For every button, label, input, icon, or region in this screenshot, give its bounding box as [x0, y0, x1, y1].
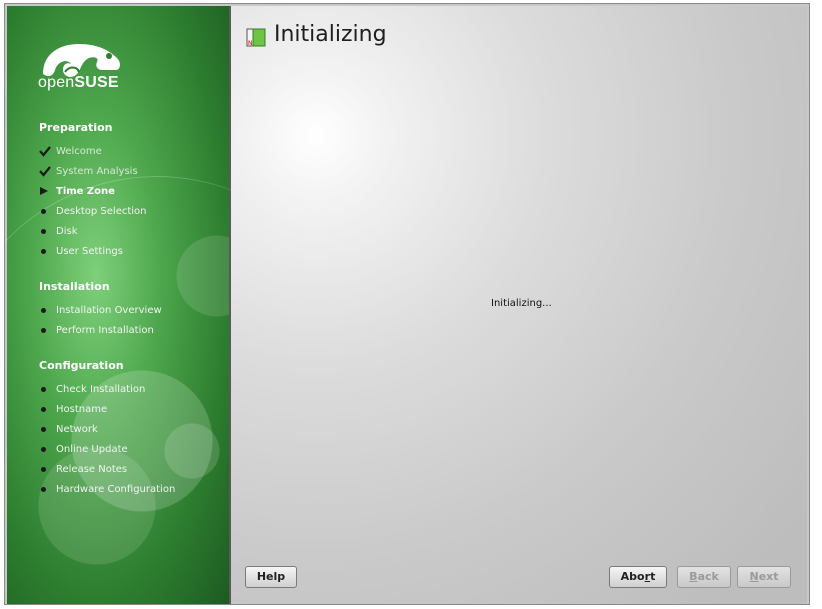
step-perform-installation: Perform Installation: [39, 322, 154, 338]
step-release-notes: Release Notes: [39, 461, 127, 477]
step-time-zone: Time Zone: [39, 183, 115, 199]
button-label: ext: [758, 570, 779, 583]
step-network: Network: [39, 421, 98, 437]
button-label: t: [650, 570, 656, 583]
step-check-installation: Check Installation: [39, 381, 145, 397]
step-label: System Analysis: [56, 165, 138, 177]
button-label: ack: [697, 570, 719, 583]
step-hardware-configuration: Hardware Configuration: [39, 481, 175, 497]
step-label: Release Notes: [56, 463, 128, 475]
back-button[interactable]: Back: [677, 566, 731, 588]
step-label: Desktop Selection: [56, 205, 147, 217]
bullet-icon: [41, 386, 46, 392]
step-label: Installation Overview: [56, 304, 162, 316]
step-welcome: Welcome: [39, 143, 102, 159]
help-button[interactable]: Help: [245, 566, 297, 588]
step-label: Disk: [56, 225, 78, 237]
step-label: User Settings: [56, 245, 123, 257]
checkmark-icon: [39, 145, 56, 157]
svg-text:N: N: [248, 40, 253, 47]
sidebar: openSUSE Preparation Welcome System Anal…: [7, 6, 231, 604]
step-label: Hostname: [56, 403, 108, 415]
section-installation: Installation: [39, 280, 110, 293]
step-hostname: Hostname: [39, 401, 107, 417]
bullet-icon: [41, 446, 46, 452]
next-button[interactable]: Next: [737, 566, 791, 588]
checkmark-icon: [39, 165, 56, 177]
bullet-icon: [41, 208, 46, 214]
step-disk: Disk: [39, 223, 77, 239]
installer-window: openSUSE Preparation Welcome System Anal…: [4, 3, 810, 605]
section-configuration: Configuration: [39, 359, 124, 372]
step-label: Perform Installation: [56, 324, 154, 336]
section-preparation: Preparation: [39, 121, 113, 134]
bullet-icon: [41, 406, 46, 412]
bullet-icon: [41, 228, 46, 234]
step-label: Network: [56, 423, 98, 435]
mnemonic-letter: N: [749, 570, 759, 583]
button-label: Abo: [620, 570, 645, 583]
step-installation-overview: Installation Overview: [39, 302, 162, 318]
step-user-settings: User Settings: [39, 243, 123, 259]
bullet-icon: [41, 426, 46, 432]
bullet-icon: [41, 248, 46, 254]
page-title: Initializing: [274, 22, 387, 47]
mnemonic-letter: B: [689, 570, 698, 583]
step-label: Online Update: [56, 443, 128, 455]
step-system-analysis: System Analysis: [39, 163, 138, 179]
bullet-icon: [41, 486, 46, 492]
brand-wordmark: openSUSE: [38, 74, 119, 91]
installer-icon: N: [246, 28, 266, 47]
step-desktop-selection: Desktop Selection: [39, 203, 147, 219]
main-content: N Initializing Initializing... Help Abor…: [231, 6, 807, 604]
step-label: Check Installation: [56, 383, 146, 395]
step-online-update: Online Update: [39, 441, 128, 457]
current-arrow-icon: [39, 186, 56, 196]
bullet-icon: [41, 307, 46, 313]
step-label: Welcome: [56, 145, 102, 157]
bullet-icon: [41, 327, 46, 333]
step-label: Time Zone: [56, 185, 115, 197]
abort-button[interactable]: Abort: [609, 566, 667, 588]
step-label: Hardware Configuration: [56, 483, 176, 495]
bullet-icon: [41, 466, 46, 472]
status-text: Initializing...: [491, 298, 552, 309]
